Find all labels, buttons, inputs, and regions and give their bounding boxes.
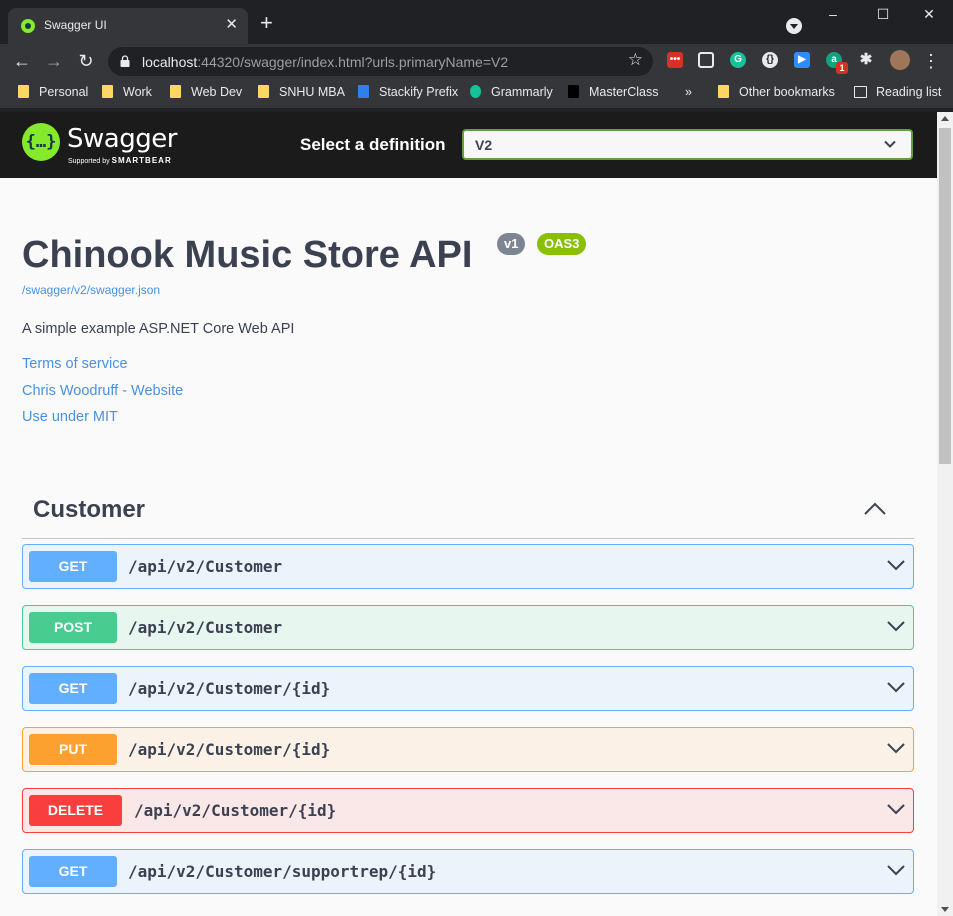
bookmark-work[interactable]: Work <box>102 85 152 99</box>
definition-select[interactable]: V2 <box>462 129 913 160</box>
masterclass-icon <box>568 85 579 98</box>
bookmark-masterclass[interactable]: MasterClass <box>568 85 658 99</box>
method-badge: POST <box>29 612 117 643</box>
version-badge: v1 <box>497 233 526 255</box>
extension-badge: 1 <box>836 62 848 74</box>
operation-get-customer[interactable]: GET /api/v2/Customer <box>22 544 914 589</box>
operation-path: /api/v2/Customer/{id} <box>128 679 331 698</box>
operation-put-customer-by-id[interactable]: PUT /api/v2/Customer/{id} <box>22 727 914 772</box>
chevron-down-icon <box>887 865 905 876</box>
menu-dots-icon[interactable]: ⋮ <box>920 50 942 72</box>
reading-list-button[interactable]: Reading list <box>854 85 941 99</box>
folder-icon <box>718 85 729 98</box>
bookmark-personal[interactable]: Personal <box>18 85 88 99</box>
bookmark-other-bookmarks[interactable]: Other bookmarks <box>718 85 835 99</box>
method-badge: GET <box>29 551 117 582</box>
maximize-button[interactable]: ☐ <box>868 6 898 26</box>
tab-swagger-ui[interactable]: Swagger UI ✕ <box>8 8 248 44</box>
new-tab-button[interactable]: + <box>260 12 273 34</box>
operation-post-customer[interactable]: POST /api/v2/Customer <box>22 605 914 650</box>
swagger-favicon-icon <box>21 19 35 33</box>
operation-path: /api/v2/Customer <box>128 618 283 637</box>
method-badge: PUT <box>29 734 117 765</box>
tab-strip: Swagger UI ✕ + – ☐ ✕ <box>0 0 953 44</box>
page-viewport: {…} Swagger Supported by SMARTBEAR Selec… <box>0 112 937 916</box>
scrollbar-thumb[interactable] <box>939 128 951 464</box>
chevron-down-icon <box>887 804 905 815</box>
chevron-up-icon[interactable] <box>864 502 886 516</box>
oas-badge: OAS3 <box>537 233 587 255</box>
browser-chrome: Swagger UI ✕ + – ☐ ✕ ← → ↻ localhost:443… <box>0 0 953 108</box>
close-window-button[interactable]: ✕ <box>914 6 944 26</box>
grammarly-extension-icon[interactable]: G <box>730 52 746 68</box>
url-text: localhost:44320/swagger/index.html?urls.… <box>142 54 509 70</box>
method-badge: DELETE <box>29 795 122 826</box>
bookmark-star-icon[interactable]: ☆ <box>628 50 643 70</box>
folder-icon <box>258 85 269 98</box>
operation-get-customer-by-supportrep[interactable]: GET /api/v2/Customer/supportrep/{id} <box>22 849 914 894</box>
dev-extension-icon[interactable]: {} <box>762 52 778 68</box>
operation-path: /api/v2/Customer <box>128 557 283 576</box>
swagger-topbar: {…} Swagger Supported by SMARTBEAR Selec… <box>0 112 937 178</box>
page-scrollbar[interactable] <box>937 112 953 916</box>
operation-get-customer-by-id[interactable]: GET /api/v2/Customer/{id} <box>22 666 914 711</box>
reading-list-icon <box>854 86 867 98</box>
definition-select-value: V2 <box>475 137 493 153</box>
grammarly-icon <box>470 85 481 98</box>
chevron-down-icon <box>887 621 905 632</box>
api-description: A simple example ASP.NET Core Web API <box>22 321 295 337</box>
lock-icon <box>120 55 130 67</box>
address-bar[interactable]: localhost:44320/swagger/index.html?urls.… <box>108 47 653 76</box>
chevron-down-icon <box>887 743 905 754</box>
reload-icon[interactable]: ↻ <box>75 50 97 72</box>
swagger-logo-icon[interactable]: {…} <box>22 123 60 161</box>
bookmark-grammarly[interactable]: Grammarly <box>470 85 553 99</box>
method-badge: GET <box>29 856 117 887</box>
method-badge: GET <box>29 673 117 704</box>
back-arrow-icon[interactable]: ← <box>11 50 33 72</box>
swagger-brand: Swagger <box>67 124 177 154</box>
definition-label: Select a definition <box>300 135 446 154</box>
chevron-down-icon <box>884 140 896 148</box>
operation-path: /api/v2/Customer/supportrep/{id} <box>128 862 437 881</box>
tag-title: Customer <box>33 496 146 523</box>
operation-path: /api/v2/Customer/{id} <box>128 740 331 759</box>
scroll-down-arrow-icon[interactable] <box>941 907 949 912</box>
chevron-down-icon <box>887 682 905 693</box>
license-link[interactable]: Use under MIT <box>22 409 118 425</box>
terms-of-service-link[interactable]: Terms of service <box>22 356 128 372</box>
stackify-icon <box>358 85 369 98</box>
puzzle-extensions-icon[interactable]: ✱ <box>858 52 874 68</box>
forward-arrow-icon[interactable]: → <box>43 50 65 72</box>
folder-icon <box>102 85 113 98</box>
folder-icon <box>170 85 181 98</box>
profile-avatar[interactable] <box>890 50 910 70</box>
pocket-extension-icon[interactable] <box>698 52 714 68</box>
contact-website-link[interactable]: Chris Woodruff - Website <box>22 383 183 399</box>
lastpass-extension-icon[interactable]: ••• <box>667 52 683 68</box>
scroll-up-arrow-icon[interactable] <box>941 116 949 121</box>
bookmarks-overflow-button[interactable]: » <box>685 85 692 99</box>
bookmark-web-dev[interactable]: Web Dev <box>170 85 242 99</box>
operation-path: /api/v2/Customer/{id} <box>134 801 337 820</box>
tab-close-icon[interactable]: ✕ <box>225 16 238 34</box>
browser-toolbar: ← → ↻ localhost:44320/swagger/index.html… <box>0 44 953 78</box>
folder-icon <box>18 85 29 98</box>
operation-delete-customer-by-id[interactable]: DELETE /api/v2/Customer/{id} <box>22 788 914 833</box>
tab-search-icon[interactable] <box>786 18 802 34</box>
zoom-extension-icon[interactable]: ▶ <box>794 52 810 68</box>
minimize-button[interactable]: – <box>818 6 848 26</box>
spec-json-link[interactable]: /swagger/v2/swagger.json <box>22 283 160 297</box>
tag-section-customer[interactable]: Customer <box>22 482 914 539</box>
bookmark-snhu-mba[interactable]: SNHU MBA <box>258 85 345 99</box>
swagger-brand-sub: Supported by SMARTBEAR <box>68 156 172 165</box>
tab-title: Swagger UI <box>44 18 107 32</box>
bookmarks-bar: Personal Work Web Dev SNHU MBA Stackify … <box>0 78 953 108</box>
api-title: Chinook Music Store API <box>22 234 473 276</box>
chevron-down-icon <box>887 560 905 571</box>
bookmark-stackify-prefix[interactable]: Stackify Prefix <box>358 85 458 99</box>
